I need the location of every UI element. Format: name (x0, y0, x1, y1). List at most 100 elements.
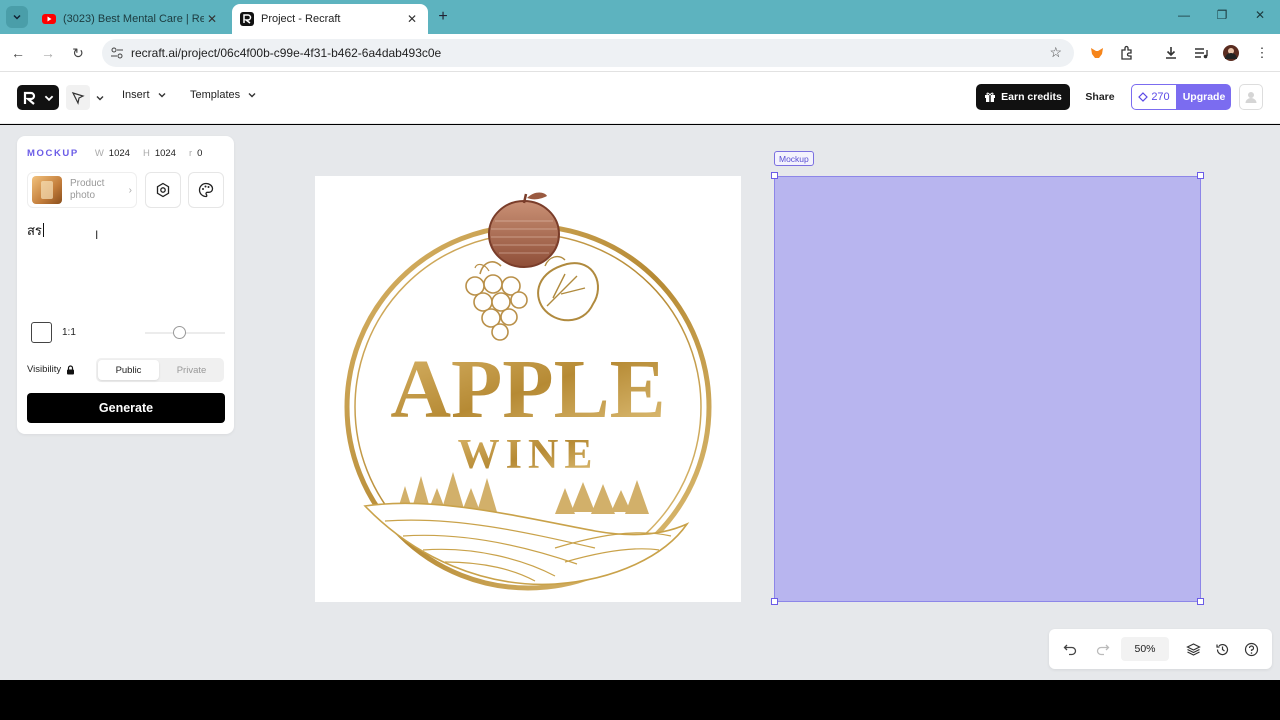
close-tab-icon[interactable]: ✕ (204, 12, 220, 26)
user-icon (1245, 92, 1257, 103)
media-control-icon[interactable] (1191, 43, 1211, 63)
recraft-menu-button[interactable] (17, 85, 59, 110)
metamask-icon[interactable] (1087, 43, 1107, 63)
url-field[interactable]: recraft.ai/project/06c4f00b-c99e-4f31-b4… (102, 39, 1074, 67)
upgrade-button[interactable]: Upgrade (1177, 84, 1231, 110)
visibility-toggle: Public Private (96, 358, 224, 382)
download-icon[interactable] (1161, 43, 1181, 63)
tab-search-button[interactable] (6, 6, 28, 28)
chevron-down-icon (44, 95, 54, 101)
panel-header: MOCKUP W 1024 H 1024 r 0 (27, 148, 227, 159)
color-palette-button[interactable] (188, 172, 224, 208)
screen-bottom-strip (0, 680, 1280, 720)
panel-mode-label: MOCKUP (27, 148, 79, 159)
browser-tab-youtube[interactable]: (3023) Best Mental Care | Relax ✕ (34, 4, 228, 34)
resize-handle-bottom-right[interactable] (1197, 598, 1204, 605)
help-icon[interactable] (1243, 641, 1259, 657)
style-label-line2: photo (70, 190, 96, 201)
visibility-private-option[interactable]: Private (161, 360, 222, 380)
height-value[interactable]: 1024 (155, 148, 176, 159)
app-header: Insert Templates Earn credits Share 270 … (0, 72, 1280, 124)
mockup-frame[interactable] (774, 176, 1201, 602)
chevron-right-icon: › (128, 184, 132, 196)
browser-tab-recraft[interactable]: Project - Recraft ✕ (232, 4, 428, 34)
mockup-tag[interactable]: Mockup (774, 151, 814, 166)
chevron-down-icon (248, 93, 256, 98)
chevron-down-icon (13, 14, 21, 20)
style-thumbnail (32, 176, 62, 204)
minimize-icon[interactable]: — (1174, 8, 1194, 22)
width-value[interactable]: 1024 (109, 148, 130, 159)
restore-icon[interactable]: ❐ (1212, 8, 1232, 22)
aspect-ratio-button[interactable] (31, 322, 52, 343)
settings-button[interactable] (145, 172, 181, 208)
share-button[interactable]: Share (1080, 84, 1120, 110)
style-label-line1: Product (70, 178, 105, 189)
templates-menu-label: Templates (190, 89, 241, 101)
visibility-text: Visibility (27, 364, 62, 375)
more-menu-icon[interactable]: ⋮ (1252, 43, 1272, 63)
hexagon-settings-icon (156, 182, 170, 198)
visibility-public-option[interactable]: Public (98, 360, 159, 380)
prompt-input[interactable]: สร (27, 220, 44, 241)
reload-icon[interactable]: ↻ (68, 43, 88, 63)
bookmark-star-icon[interactable]: ☆ (1049, 44, 1062, 61)
earn-credits-label: Earn credits (1001, 91, 1062, 103)
undo-icon[interactable] (1062, 641, 1078, 657)
resize-handle-bottom-left[interactable] (771, 598, 778, 605)
style-label: Product photo (70, 178, 129, 202)
canvas[interactable]: MOCKUP W 1024 H 1024 r 0 Product photo ›… (0, 125, 1280, 680)
slider-handle[interactable] (173, 326, 186, 339)
forward-arrow-icon[interactable]: → (38, 43, 58, 63)
browser-tab-bar: (3023) Best Mental Care | Relax ✕ Projec… (0, 0, 1280, 34)
generated-image[interactable]: APPLE WINE (315, 176, 741, 602)
site-info-icon[interactable] (110, 46, 124, 60)
new-tab-button[interactable]: + (434, 8, 452, 26)
lock-icon (67, 364, 75, 374)
resize-handle-top-right[interactable] (1197, 172, 1204, 179)
profile-icon[interactable] (1221, 43, 1241, 63)
youtube-icon (42, 14, 56, 24)
close-tab-icon[interactable]: ✕ (404, 12, 420, 26)
address-toolbar: ← → ↻ recraft.ai/project/06c4f00b-c99e-4… (0, 34, 1280, 72)
chevron-down-icon (158, 93, 166, 98)
diamond-icon (1138, 92, 1149, 102)
insert-menu-label: Insert (122, 89, 150, 101)
zoom-level[interactable]: 50% (1121, 637, 1169, 661)
credits-count: 270 (1151, 91, 1170, 103)
visibility-label: Visibility (27, 364, 75, 375)
pointer-icon (71, 91, 85, 105)
gift-icon (985, 92, 996, 102)
redo-icon[interactable] (1095, 641, 1111, 657)
insert-menu[interactable]: Insert (122, 89, 167, 101)
aspect-ratio-label: 1:1 (62, 327, 76, 338)
templates-menu[interactable]: Templates (190, 89, 257, 101)
credits-button[interactable]: 270 (1131, 84, 1177, 110)
back-arrow-icon[interactable]: ← (8, 43, 28, 63)
mockup-panel: MOCKUP W 1024 H 1024 r 0 Product photo ›… (17, 136, 234, 434)
earn-credits-button[interactable]: Earn credits (976, 84, 1070, 110)
style-selector[interactable]: Product photo › (27, 172, 137, 208)
close-window-icon[interactable]: ✕ (1250, 8, 1270, 22)
apple-wine-logo: APPLE WINE (344, 192, 712, 591)
logo-subtitle: WINE (458, 432, 599, 478)
width-key: W (94, 148, 104, 159)
select-tool-button[interactable] (66, 85, 106, 110)
generate-button[interactable]: Generate (27, 393, 225, 423)
bottom-toolbar: 50% (1049, 629, 1272, 669)
extensions-icon[interactable] (1117, 43, 1137, 63)
history-icon[interactable] (1214, 641, 1230, 657)
tab-title: Project - Recraft (261, 13, 341, 25)
radius-key: r (188, 148, 193, 159)
user-avatar[interactable] (1239, 84, 1263, 110)
recraft-logo-icon (23, 91, 36, 105)
resize-handle-top-left[interactable] (771, 172, 778, 179)
url-text: recraft.ai/project/06c4f00b-c99e-4f31-b4… (131, 46, 442, 60)
layers-icon[interactable] (1185, 641, 1201, 657)
logo-title: APPLE (390, 343, 665, 436)
palette-icon (198, 182, 214, 198)
tab-title: (3023) Best Mental Care | Relax (63, 13, 204, 25)
height-key: H (142, 148, 150, 159)
recraft-icon (240, 12, 254, 26)
radius-value[interactable]: 0 (197, 148, 202, 159)
